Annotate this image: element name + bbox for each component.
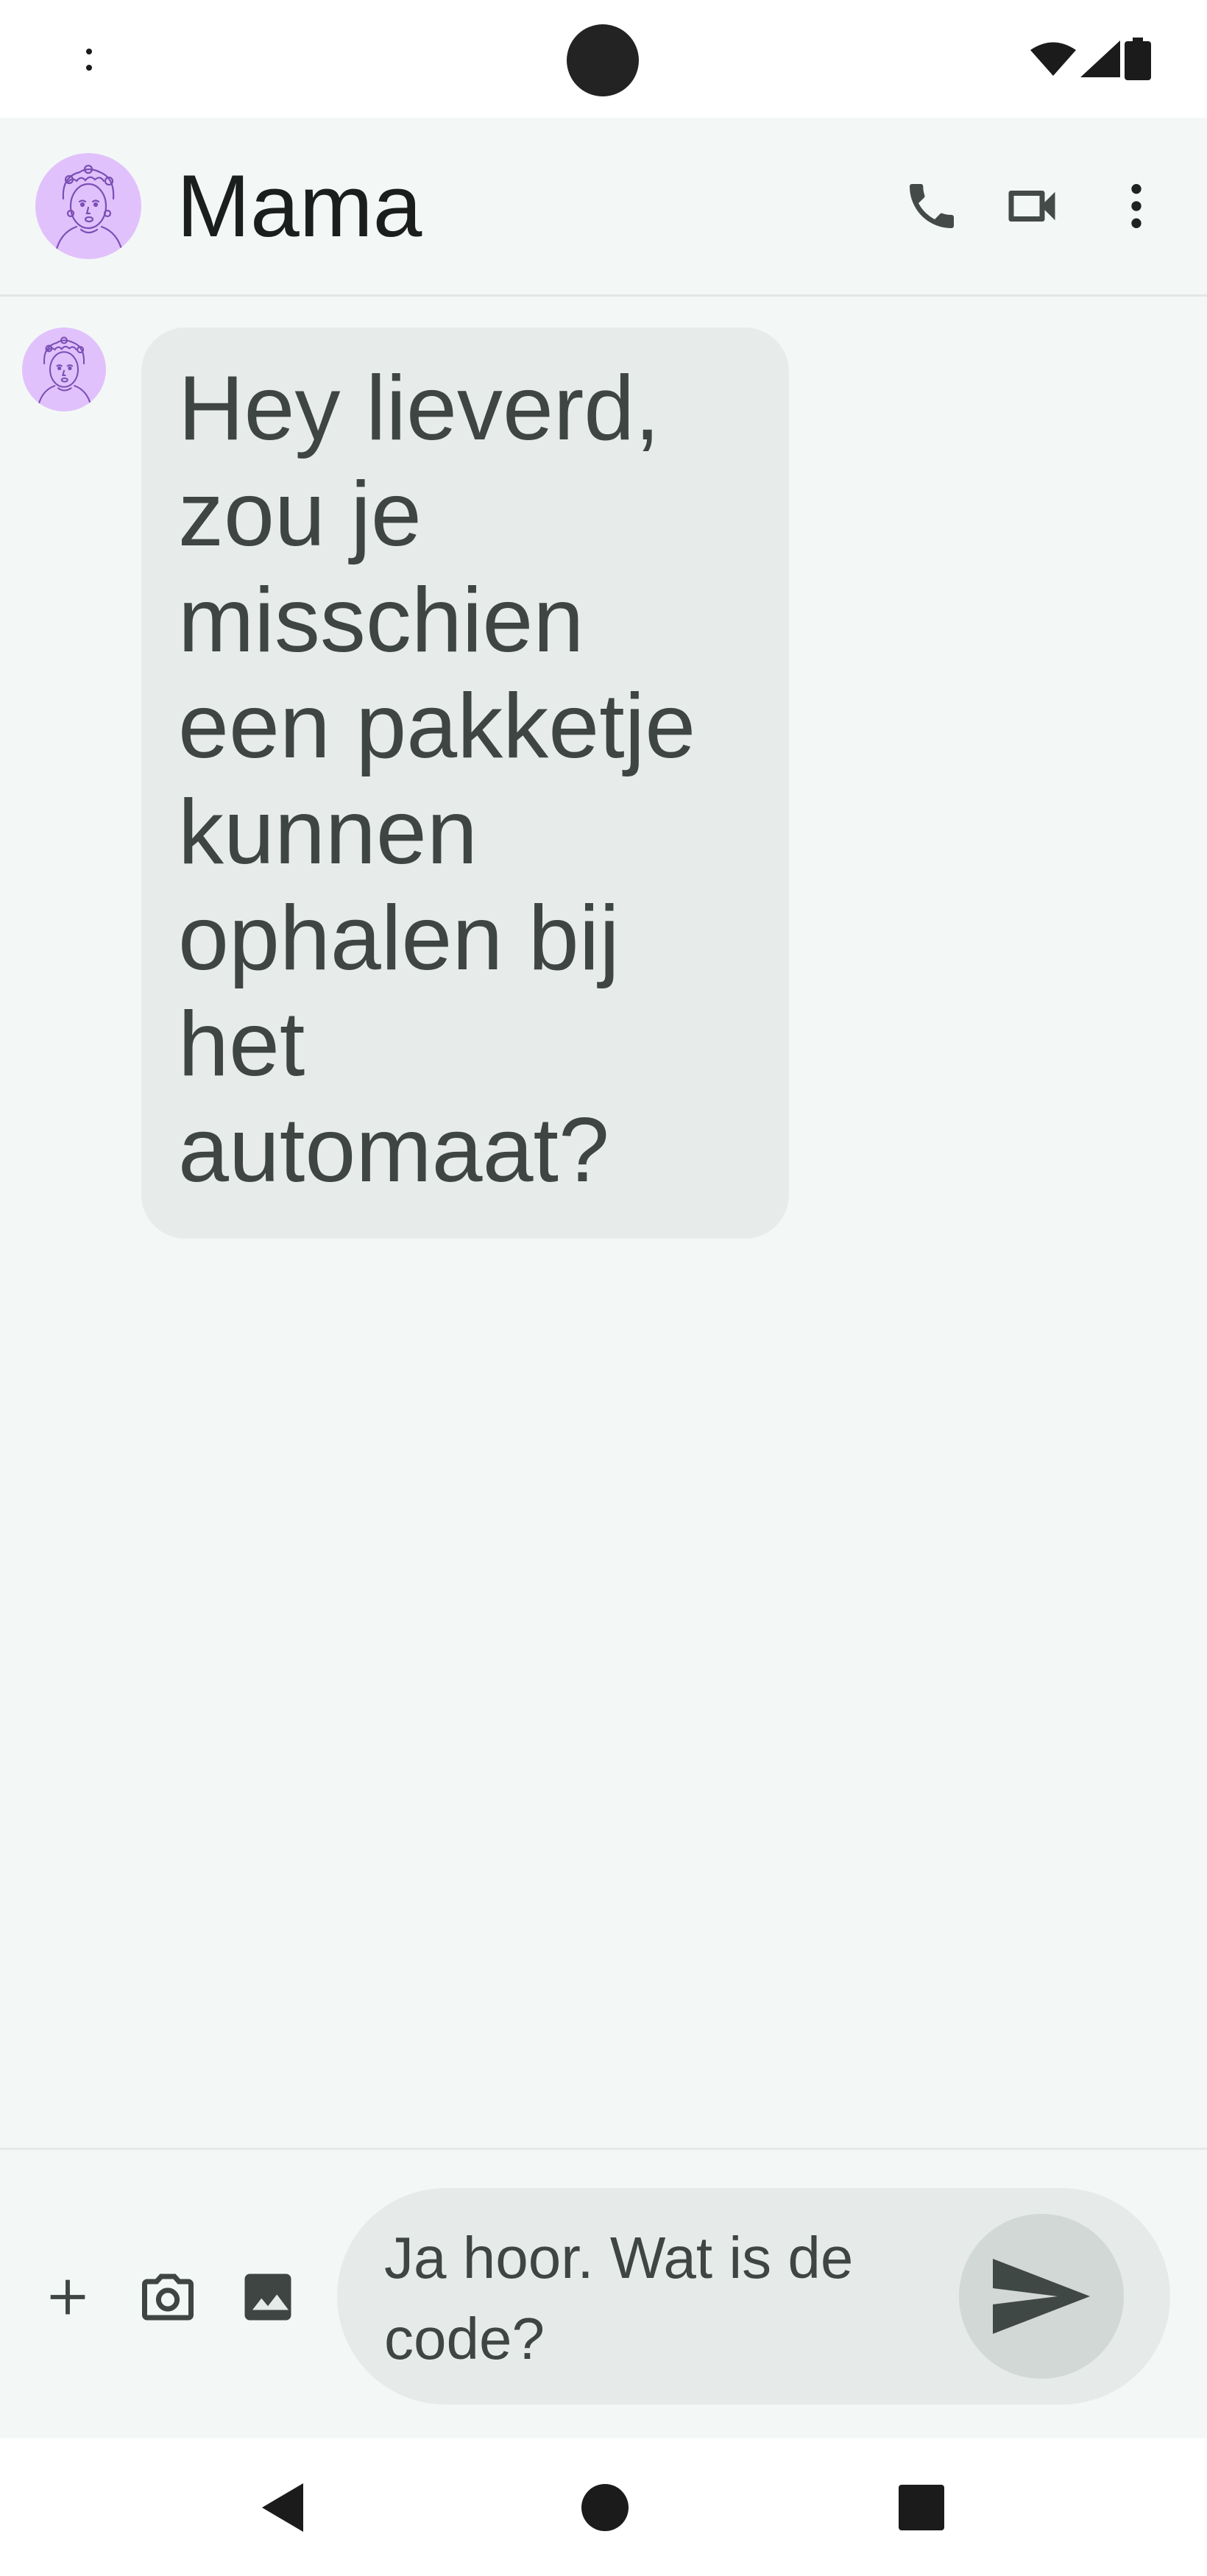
signal-icon [1080,40,1120,77]
compose-bar: Ja hoor. Wat is de code? [0,2148,1207,2441]
recents-icon[interactable] [885,2471,958,2544]
status-bar [0,0,1207,118]
message-input[interactable]: Ja hoor. Wat is de code? [337,2188,1170,2405]
battery-icon [1125,38,1151,80]
message-input-text[interactable]: Ja hoor. Wat is de code? [384,2218,914,2379]
phone-icon[interactable] [895,169,969,243]
overflow-dots-icon [86,49,92,75]
send-icon [993,2259,1090,2334]
gallery-icon[interactable] [231,2260,305,2334]
send-button[interactable] [959,2214,1124,2379]
conversation-app-bar: Mama [0,118,1207,297]
sender-avatar[interactable] [22,328,106,411]
wifi-icon [1030,42,1076,76]
status-icons [1030,38,1151,80]
more-vertical-icon[interactable] [1100,169,1173,243]
plus-icon[interactable] [31,2260,105,2334]
message-list[interactable]: Hey lieverd, zou je misschien een pakket… [0,297,1207,2148]
back-icon[interactable] [246,2471,319,2544]
incoming-message-bubble[interactable]: Hey lieverd, zou je misschien een pakket… [141,328,789,1239]
contact-name: Mama [177,157,422,255]
home-icon[interactable] [568,2471,642,2544]
contact-avatar[interactable] [35,153,141,259]
system-navigation-bar [0,2438,1207,2576]
front-camera-cutout [567,24,639,96]
video-call-icon[interactable] [995,169,1069,243]
camera-icon[interactable] [131,2260,205,2334]
